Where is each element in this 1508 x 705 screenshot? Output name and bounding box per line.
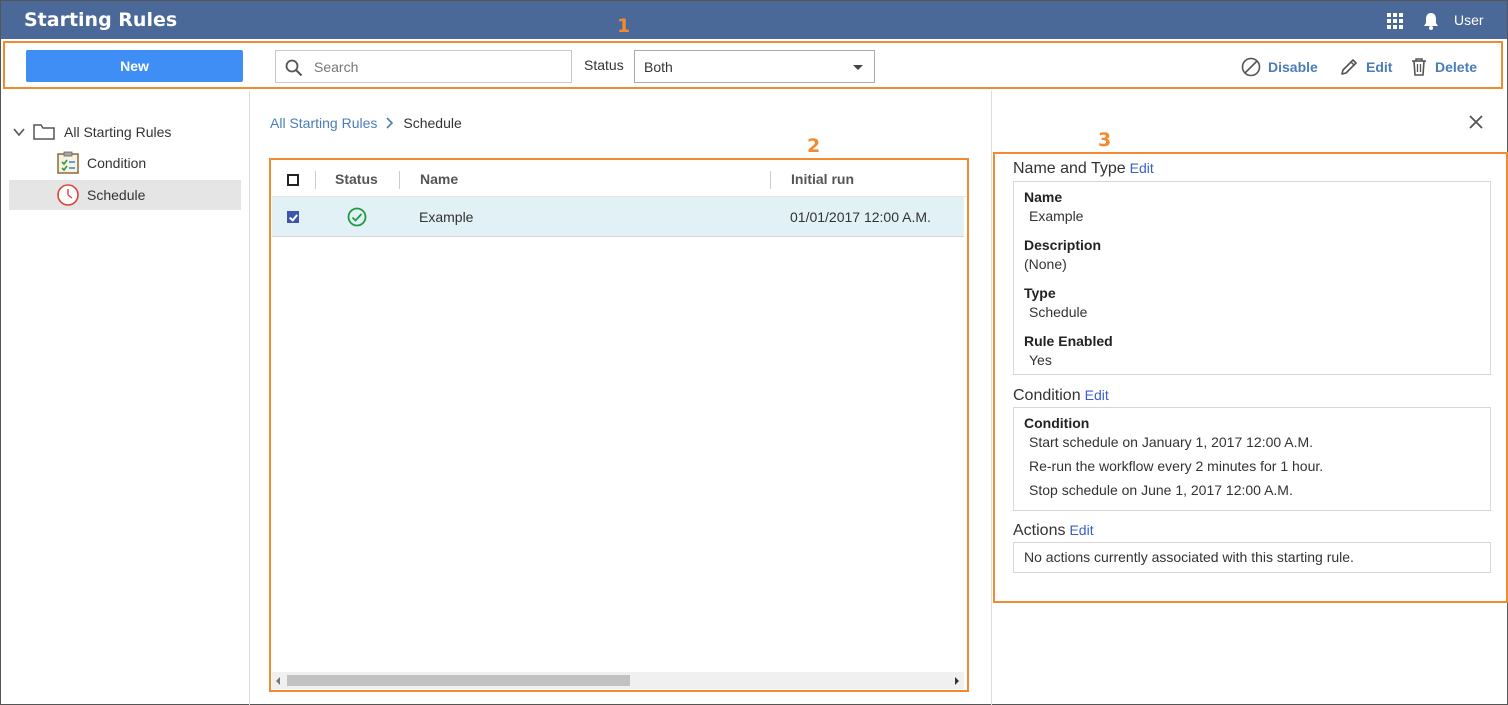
- section-title: Actions: [1013, 522, 1066, 539]
- tree-root-label: All Starting Rules: [64, 124, 172, 140]
- column-divider: [770, 171, 771, 189]
- column-divider: [315, 171, 316, 189]
- row-checkbox[interactable]: [287, 211, 299, 223]
- tree-item-condition[interactable]: Condition: [9, 148, 241, 178]
- field-label: Type: [1024, 285, 1056, 301]
- user-menu[interactable]: User: [1454, 12, 1484, 28]
- section-name-type: Name and Type Edit: [1013, 160, 1154, 178]
- disable-icon: [1241, 57, 1261, 77]
- table-row[interactable]: Example 01/01/2017 12:00 A.M.: [272, 197, 964, 237]
- field-value: (None): [1024, 256, 1067, 272]
- condition-line: Stop schedule on June 1, 2017 12:00 A.M.: [1029, 482, 1293, 498]
- row-name: Example: [419, 209, 474, 225]
- chevron-down-icon: [853, 65, 863, 70]
- field-label: Rule Enabled: [1024, 333, 1113, 349]
- breadcrumb-root-link[interactable]: All Starting Rules: [270, 115, 377, 131]
- scroll-left-icon[interactable]: [276, 677, 280, 685]
- column-header-name[interactable]: Name: [420, 171, 458, 187]
- status-filter-label: Status: [584, 57, 624, 73]
- tree-item-schedule[interactable]: Schedule: [9, 180, 241, 210]
- field-label: Name: [1024, 189, 1063, 205]
- chevron-right-icon: [386, 117, 394, 129]
- field-value: Schedule: [1029, 304, 1088, 320]
- new-button[interactable]: New: [26, 50, 243, 82]
- edit-button[interactable]: Edit: [1339, 56, 1392, 78]
- folder-icon: [33, 124, 55, 140]
- section-title: Condition: [1013, 387, 1081, 404]
- notifications-bell-icon[interactable]: [1421, 11, 1441, 31]
- edit-actions-link[interactable]: Edit: [1069, 522, 1093, 538]
- column-header-initial-run[interactable]: Initial run: [791, 171, 854, 187]
- callout-1: 1: [617, 15, 631, 37]
- main-content: All Starting Rules Schedule 2 Status Nam…: [251, 91, 989, 705]
- scroll-right-icon[interactable]: [955, 677, 959, 685]
- name-type-box: Name Example Description (None) Type Sch…: [1013, 181, 1491, 375]
- search-box[interactable]: [275, 50, 572, 83]
- breadcrumb: All Starting Rules Schedule: [270, 115, 462, 131]
- check-circle-icon: [347, 207, 367, 227]
- detail-sections: Name and Type Edit Name Example Descripti…: [993, 152, 1508, 603]
- select-all-checkbox[interactable]: [287, 174, 299, 186]
- section-title: Name and Type: [1013, 160, 1126, 177]
- condition-line: Re-run the workflow every 2 minutes for …: [1029, 458, 1324, 474]
- actions-empty-text: No actions currently associated with thi…: [1024, 549, 1354, 565]
- delete-label: Delete: [1435, 59, 1478, 75]
- status-filter-select[interactable]: Both: [634, 50, 875, 83]
- status-filter-value: Both: [644, 59, 673, 75]
- detail-panel: 3 Name and Type Edit Name Example Descrip…: [991, 91, 1508, 705]
- edit-name-type-link[interactable]: Edit: [1130, 160, 1154, 176]
- column-header-status[interactable]: Status: [335, 171, 378, 187]
- grid-header: Status Name Initial run: [272, 161, 966, 197]
- disable-button[interactable]: Disable: [1241, 56, 1318, 78]
- horizontal-scrollbar[interactable]: [272, 672, 964, 689]
- toolbar: New Status Both Disable Edit: [3, 41, 1503, 89]
- scrollbar-thumb[interactable]: [287, 675, 630, 686]
- condition-box: Condition Start schedule on January 1, 2…: [1013, 407, 1491, 511]
- edit-condition-link[interactable]: Edit: [1085, 387, 1109, 403]
- delete-button[interactable]: Delete: [1410, 56, 1477, 78]
- actions-box: No actions currently associated with thi…: [1013, 542, 1491, 573]
- column-divider: [399, 171, 400, 189]
- field-label: Description: [1024, 237, 1102, 253]
- callout-2: 2: [807, 135, 821, 157]
- tree-item-label: Condition: [87, 155, 147, 171]
- field-label: Condition: [1024, 415, 1090, 431]
- field-value: Example: [1029, 208, 1084, 224]
- disable-label: Disable: [1268, 59, 1318, 75]
- checklist-icon: [57, 151, 79, 174]
- pencil-icon: [1341, 59, 1357, 75]
- trash-icon: [1412, 58, 1426, 76]
- app-launcher-icon[interactable]: [1387, 13, 1403, 29]
- callout-3: 3: [1098, 129, 1112, 151]
- sidebar-tree: All Starting Rules Condition Schedule: [1, 91, 250, 705]
- chevron-down-icon[interactable]: [13, 126, 25, 138]
- rules-grid: Status Name Initial run Example 01/01/20…: [269, 158, 969, 692]
- section-actions: Actions Edit: [1013, 522, 1094, 540]
- section-condition: Condition Edit: [1013, 387, 1109, 405]
- tree-item-label: Schedule: [87, 187, 146, 203]
- condition-line: Start schedule on January 1, 2017 12:00 …: [1029, 434, 1314, 450]
- app-header: Starting Rules User: [1, 1, 1507, 39]
- tree-root-all-starting-rules[interactable]: All Starting Rules: [13, 117, 171, 147]
- field-value: Yes: [1029, 352, 1052, 368]
- close-icon[interactable]: [1467, 113, 1485, 131]
- search-input[interactable]: [314, 57, 564, 77]
- clock-icon: [57, 184, 79, 206]
- search-icon: [285, 59, 303, 77]
- app-title: Starting Rules: [24, 9, 178, 31]
- edit-label: Edit: [1366, 59, 1393, 75]
- row-initial-run: 01/01/2017 12:00 A.M.: [790, 209, 931, 225]
- breadcrumb-current: Schedule: [403, 115, 462, 131]
